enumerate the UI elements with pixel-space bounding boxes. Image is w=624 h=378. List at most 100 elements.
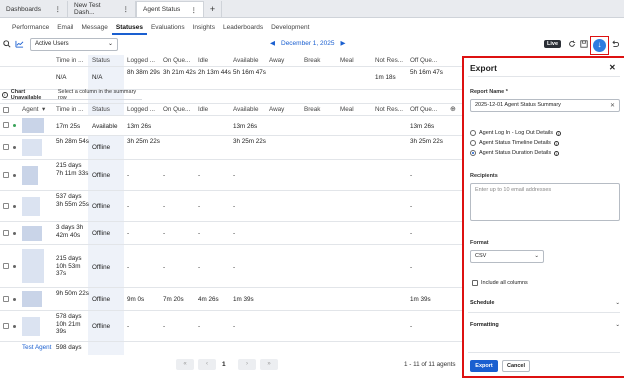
tab-dashboards[interactable]: Dashboards ⋮ [0, 1, 68, 17]
subnav-performance[interactable]: Performance [8, 22, 53, 35]
table-row[interactable]: 215 days 7h 11m 33s Offline - - - - - [0, 160, 462, 191]
column-header[interactable]: Logged ... [127, 104, 155, 114]
subnav-evaluations[interactable]: Evaluations [147, 22, 189, 35]
radio-button[interactable] [470, 140, 476, 146]
add-column-icon[interactable]: ⊕ [450, 104, 456, 114]
summary-value[interactable]: 2h 13m 44s [198, 67, 232, 77]
table-row[interactable]: 537 days 3h 55m 25s Offline - - - - - [0, 191, 462, 222]
table-row[interactable]: 5h 28m 54s Offline 3h 25m 22s 3h 25m 22s… [0, 136, 462, 160]
row-checkbox[interactable] [3, 230, 9, 236]
schedule-section[interactable]: Schedule ⌄ [470, 300, 620, 306]
save-icon[interactable] [579, 39, 589, 49]
include-all-columns-checkbox[interactable]: Include all columns [472, 280, 528, 286]
subnav-insights[interactable]: Insights [189, 22, 219, 35]
undo-icon[interactable] [610, 39, 620, 49]
row-checkbox[interactable] [3, 144, 9, 150]
more-icon[interactable]: ⋮ [123, 5, 130, 13]
table-row[interactable]: Test Agent 598 days [0, 342, 462, 355]
first-page-button[interactable]: « [176, 359, 194, 370]
row-checkbox[interactable] [3, 263, 9, 269]
summary-header[interactable]: Not Res... [375, 55, 403, 65]
summary-value[interactable]: N/A [56, 72, 67, 82]
tab-agent-status[interactable]: Agent Status ⋮ [136, 1, 204, 17]
export-button[interactable]: Export [470, 360, 498, 372]
more-icon[interactable]: ⋮ [191, 6, 198, 14]
table-row[interactable]: 3 days 3h 42m 40s Offline - - - - - [0, 222, 462, 245]
report-name-input[interactable]: 2025-12-01 Agent Status Summary ✕ [470, 99, 620, 112]
summary-header[interactable]: Available [233, 55, 258, 65]
column-header[interactable]: Meal [340, 104, 354, 114]
summary-value[interactable]: N/A [92, 72, 103, 82]
summary-header[interactable]: Away [269, 55, 284, 65]
summary-header[interactable]: Logged ... [127, 55, 155, 65]
summary-value[interactable]: 3h 21m 42s [163, 67, 197, 77]
column-header[interactable]: Away [269, 104, 284, 114]
agent-name[interactable]: Test Agent [22, 342, 51, 352]
refresh-icon[interactable] [567, 39, 577, 49]
summary-header[interactable]: Status [92, 55, 110, 65]
summary-value[interactable]: 8h 38m 29s [127, 67, 161, 77]
column-header[interactable]: Idle [198, 104, 208, 114]
subnav-email[interactable]: Email [53, 22, 77, 35]
option-status-duration[interactable]: Agent Status Duration Details i [470, 150, 560, 156]
next-date-icon[interactable]: ▶ [340, 39, 345, 47]
next-page-button[interactable]: › [238, 359, 256, 370]
column-header[interactable]: Off Que... [410, 104, 437, 114]
row-checkbox[interactable] [3, 296, 9, 302]
clear-icon[interactable]: ✕ [610, 101, 615, 112]
radio-button-selected[interactable] [470, 150, 476, 156]
summary-header[interactable]: Break [304, 55, 320, 65]
row-checkbox[interactable] [3, 122, 9, 128]
add-tab-button[interactable]: + [204, 1, 222, 17]
table-row[interactable]: 215 days 10h 53m 37s Offline - - - - - [0, 245, 462, 288]
summary-value[interactable]: 5h 16m 47s [233, 67, 267, 77]
column-header[interactable]: On Que... [163, 104, 190, 114]
live-badge[interactable]: Live [544, 40, 562, 48]
select-all-checkbox[interactable] [3, 107, 9, 113]
column-header[interactable]: Available [233, 104, 258, 114]
sort-desc-icon[interactable]: ▾ [42, 104, 45, 114]
search-icon[interactable] [2, 39, 12, 49]
chart-icon[interactable] [14, 39, 24, 49]
subnav-development[interactable]: Development [267, 22, 313, 35]
column-header[interactable]: Status [92, 104, 110, 114]
info-icon[interactable]: i [553, 140, 559, 146]
date-label[interactable]: December 1, 2025 [281, 40, 334, 47]
column-header[interactable]: Not Res... [375, 104, 403, 114]
column-header[interactable]: Time in ... [56, 104, 83, 114]
close-icon[interactable]: ✕ [609, 63, 616, 72]
previous-page-button[interactable]: ‹ [198, 359, 216, 370]
table-row[interactable]: 578 days 10h 21m 39s Offline - - - - - [0, 311, 462, 342]
info-icon[interactable]: i [554, 150, 560, 156]
row-checkbox[interactable] [3, 323, 9, 329]
option-status-timeline[interactable]: Agent Status Timeline Details i [470, 140, 559, 146]
cancel-button[interactable]: Cancel [502, 360, 530, 372]
subnav-message[interactable]: Message [77, 22, 111, 35]
format-select[interactable]: CSV ⌄ [470, 250, 544, 263]
more-icon[interactable]: ⋮ [55, 5, 62, 13]
previous-date-icon[interactable]: ◀ [270, 39, 275, 47]
option-login-logout[interactable]: Agent Log In - Log Out Details i [470, 130, 561, 136]
checkbox[interactable] [472, 280, 478, 286]
table-row[interactable]: 17m 25s Available 13m 26s 13m 26s 13m 26… [0, 116, 462, 136]
summary-header[interactable]: Off Que... [410, 55, 437, 65]
tab-new-test-dash[interactable]: New Test Dash... ⋮ [68, 1, 136, 17]
column-header[interactable]: Break [304, 104, 320, 114]
column-header-agent[interactable]: Agent [22, 104, 38, 114]
row-checkbox[interactable] [3, 172, 9, 178]
radio-button[interactable] [470, 130, 476, 136]
recipients-input[interactable]: Enter up to 10 email addresses [470, 183, 620, 221]
summary-header[interactable]: Time in ... [56, 55, 83, 65]
summary-header[interactable]: On Que... [163, 55, 190, 65]
download-icon[interactable]: ↓ [593, 39, 606, 52]
last-page-button[interactable]: » [260, 359, 278, 370]
summary-header[interactable]: Idle [198, 55, 208, 65]
table-row[interactable]: 9h 50m 22s Offline 9m 0s 7m 20s 4m 26s 1… [0, 288, 462, 311]
user-filter-select[interactable]: Active Users ⌄ [30, 38, 118, 51]
summary-value[interactable]: 1m 18s [375, 72, 396, 82]
formatting-section[interactable]: Formatting ⌄ [470, 322, 620, 328]
summary-header[interactable]: Meal [340, 55, 354, 65]
subnav-leaderboards[interactable]: Leaderboards [219, 22, 267, 35]
subnav-statuses[interactable]: Statuses [111, 22, 147, 35]
row-checkbox[interactable] [3, 203, 9, 209]
